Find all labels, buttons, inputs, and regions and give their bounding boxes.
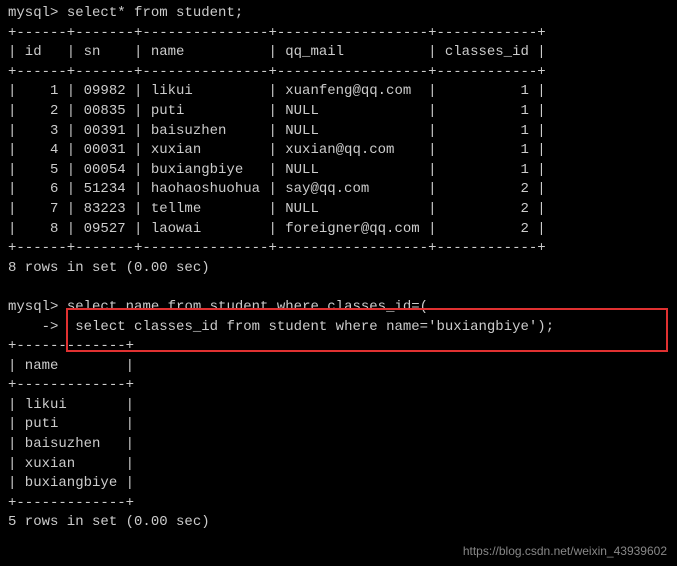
table2-row: | likui | <box>8 397 134 413</box>
table2-border-top: +-------------+ <box>8 338 134 354</box>
watermark-text: https://blog.csdn.net/weixin_43939602 <box>463 543 667 560</box>
table1-row: | 1 | 09982 | likui | xuanfeng@qq.com | … <box>8 83 546 99</box>
table2-border-bot: +-------------+ <box>8 495 134 511</box>
table1-row: | 6 | 51234 | haohaoshuohua | say@qq.com… <box>8 181 546 197</box>
terminal-output: mysql> select* from student; +------+---… <box>8 4 669 533</box>
result-message-1: 8 rows in set (0.00 sec) <box>8 260 210 276</box>
table1-row: | 3 | 00391 | baisuzhen | NULL | 1 | <box>8 123 546 139</box>
prompt-line-2[interactable]: mysql> select name from student where cl… <box>8 299 428 315</box>
table1-border-bot: +------+-------+---------------+--------… <box>8 240 546 256</box>
table2-row: | buxiangbiye | <box>8 475 134 491</box>
mysql-prompt: mysql> <box>8 299 58 315</box>
table1-row: | 2 | 00835 | puti | NULL | 1 | <box>8 103 546 119</box>
mysql-prompt: mysql> <box>8 5 58 21</box>
table2-row: | puti | <box>8 416 134 432</box>
mysql-cont-prompt: -> <box>8 319 58 335</box>
prompt-line-1[interactable]: mysql> select* from student; <box>8 5 243 21</box>
table1-row: | 4 | 00031 | xuxian | xuxian@qq.com | 1… <box>8 142 546 158</box>
sql-query-1: select* from student; <box>67 5 243 21</box>
result-message-2: 5 rows in set (0.00 sec) <box>8 514 210 530</box>
prompt-cont-line[interactable]: -> select classes_id from student where … <box>8 319 554 335</box>
table1-row: | 8 | 09527 | laowai | foreigner@qq.com … <box>8 221 546 237</box>
table1-border-top: +------+-------+---------------+--------… <box>8 25 546 41</box>
table1-row: | 7 | 83223 | tellme | NULL | 2 | <box>8 201 546 217</box>
table2-row: | xuxian | <box>8 456 134 472</box>
sql-query-2-line1: select name from student where classes_i… <box>67 299 428 315</box>
sql-query-2-line2: select classes_id from student where nam… <box>67 319 554 335</box>
table1-header: | id | sn | name | qq_mail | classes_id … <box>8 44 546 60</box>
table1-border-mid: +------+-------+---------------+--------… <box>8 64 546 80</box>
table1-row: | 5 | 00054 | buxiangbiye | NULL | 1 | <box>8 162 546 178</box>
table2-header: | name | <box>8 358 134 374</box>
table2-border-mid: +-------------+ <box>8 377 134 393</box>
table2-row: | baisuzhen | <box>8 436 134 452</box>
